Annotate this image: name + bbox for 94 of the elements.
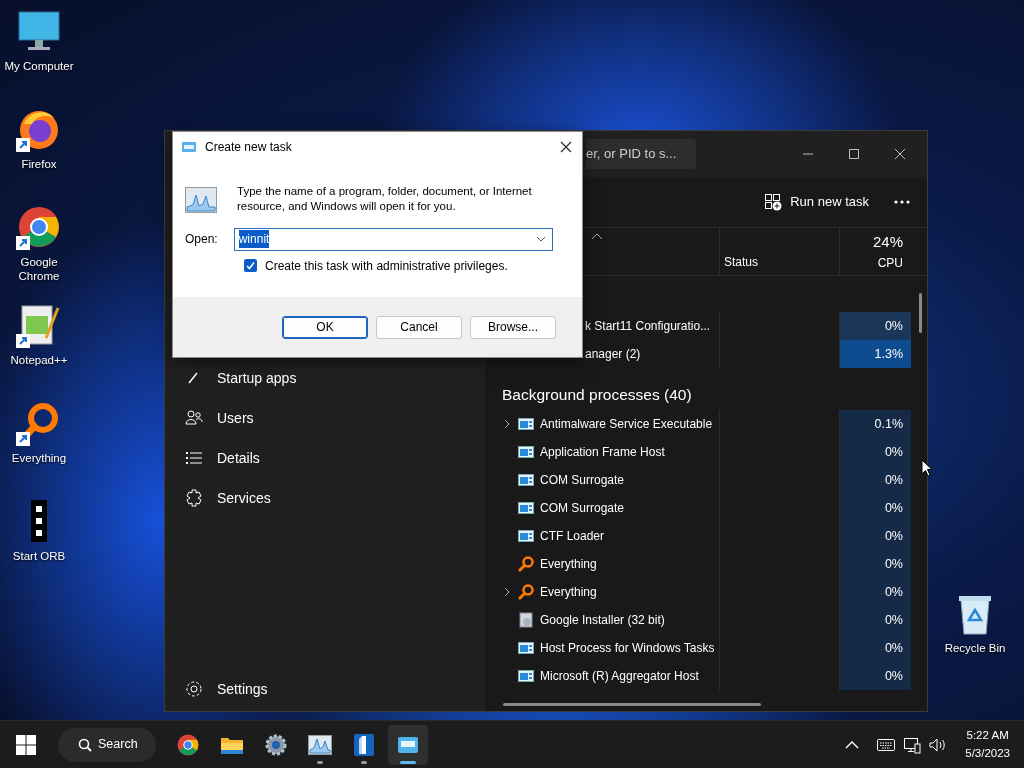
process-name: Antimalware Service Executable [540,416,713,433]
process-name: CTF Loader [540,528,605,545]
process-name: Microsoft (R) Aggregator Host [540,668,699,685]
desktop-icon-label[interactable]: Firefox [21,158,57,172]
desktop-icon-label[interactable]: Notepad++ [10,354,68,368]
cpu-cell: 0% [839,662,911,690]
window-app-icon [518,640,534,656]
search-field[interactable]: er, or PID to s... [586,139,696,169]
scrollbar-thumb[interactable] [503,703,761,706]
column-header[interactable]: Status [724,253,759,271]
cpu-cell: 1.3% [839,340,911,368]
cpu-cell: 0% [839,312,911,340]
cpu-cell: 0% [839,550,911,578]
cpu-cell: 0% [839,438,911,466]
cpu-cell: 0% [839,606,911,634]
speaker-icon[interactable] [929,736,948,753]
installer-icon [518,612,534,628]
process-name: anager (2) [585,346,641,363]
process-name: Host Process for Windows Tasks [540,640,715,657]
ellipsis-icon [893,199,911,205]
checkmark-icon [246,261,255,271]
cpu-total: 24% [872,232,903,253]
dialog-button[interactable]: OK [282,315,368,339]
desktop-icon-label[interactable]: Recycle Bin [944,642,1006,656]
open-combo-field[interactable]: winnit [233,227,553,251]
cpu-cell: 0% [839,494,911,522]
network-icon[interactable] [903,735,922,754]
desktop-icon-label[interactable]: Google Chrome [0,256,78,284]
process-name: COM Surrogate [540,500,625,517]
dialog-button[interactable]: Cancel [376,315,462,339]
search-icon [78,737,92,752]
taskbar-app-button[interactable] [388,724,428,765]
window-icon [181,140,197,154]
gear-icon [264,732,288,757]
open-label: Open: [185,231,218,249]
nav-item[interactable]: Details [171,438,479,478]
magnifier-icon [518,584,534,600]
window-app-icon [518,500,534,516]
window-app-icon [518,472,534,488]
column-header[interactable]: CPU [877,253,903,272]
process-name: k Start11 Configuratio... [585,318,711,335]
window-app-icon [518,416,534,432]
maximize-icon[interactable] [846,146,862,162]
chevron-down-icon[interactable] [535,236,546,243]
desktop-icon-label[interactable]: Everything [11,452,67,466]
chevron-right-icon[interactable] [502,586,512,598]
pillar-icon [352,732,376,757]
chevron-right-icon[interactable] [502,418,512,430]
checkbox-label[interactable]: Create this task with administrative privileges. [265,256,508,275]
search-button[interactable]: Search [58,727,156,762]
nav-item[interactable]: Users [171,398,479,438]
window-app-icon [518,444,534,460]
performance-graph-icon [308,732,332,757]
list-icon [185,449,203,467]
process-name: COM Surrogate [540,472,625,489]
group-header: Background processes (40) [501,385,693,406]
scrollbar-thumb[interactable] [919,293,922,333]
cpu-cell: 0.1% [839,410,911,438]
process-name: Everything [540,556,597,573]
desktop-icon-label[interactable]: My Computer [4,60,74,74]
windows-logo-icon[interactable] [16,734,36,755]
clock[interactable]: 5:22 AM 5/3/2023 [955,727,1024,762]
chevron-up-icon[interactable] [845,739,860,750]
run-new-task-button[interactable]: Run new task [754,185,879,219]
users-icon [185,409,203,427]
nav-item[interactable]: Services [171,478,479,518]
sort-caret-icon[interactable] [591,232,603,240]
process-name: Google Installer (32 bit) [540,612,665,629]
checkbox[interactable] [244,259,257,273]
process-name: Everything [540,584,597,601]
magnifier-icon [518,556,534,572]
close-icon[interactable] [892,146,908,162]
close-icon [560,141,572,153]
nav-item[interactable]: Settings [171,669,479,709]
nav-item[interactable]: Startup apps [171,358,479,398]
window-app-icon [518,668,534,684]
performance-graph-icon [185,187,217,213]
cpu-cell: 0% [839,578,911,606]
cpu-cell: 0% [839,634,911,662]
chrome-icon[interactable] [16,204,62,250]
dialog-title: Create new task [205,139,292,156]
chrome-icon [176,732,200,757]
dialog-message: Type the name of a program, folder, document, or Internet resource, and Windows will open it for you. [237,184,533,214]
window-app-icon [518,528,534,544]
dialog-button[interactable]: Browse... [470,315,556,339]
cpu-cell: 0% [839,522,911,550]
puzzle-icon [185,489,203,507]
process-name: Application Frame Host [540,444,665,461]
keyboard-icon[interactable] [877,737,896,752]
settings-icon [185,680,203,698]
new-task-icon [764,193,783,211]
cpu-cell: 0% [839,466,911,494]
mouse-pointer-icon [921,459,933,477]
desktop-icon-label[interactable]: Start ORB [12,550,66,564]
